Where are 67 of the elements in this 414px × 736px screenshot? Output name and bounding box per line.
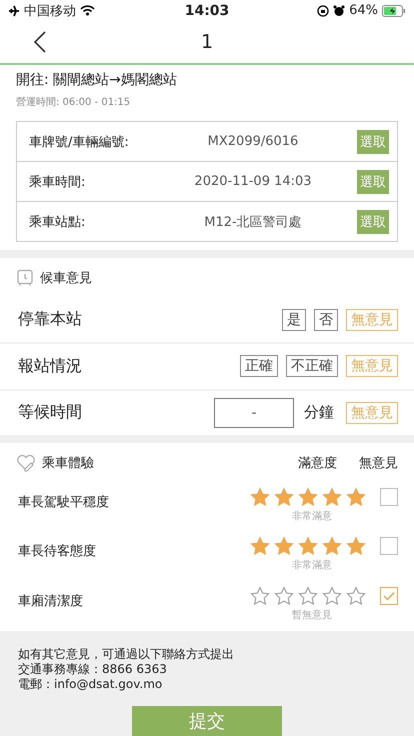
heart-pen-icon <box>16 454 36 472</box>
no-opinion-checkbox[interactable] <box>380 488 398 506</box>
no-opinion-checkbox[interactable] <box>380 537 398 556</box>
option-button[interactable]: 不正確 <box>286 355 338 378</box>
rating-caption: 暫無意見 <box>292 608 332 622</box>
clock-time: 14:03 <box>184 2 230 19</box>
field-label: 乘車站點: <box>29 214 86 231</box>
star-icon[interactable] <box>298 586 318 606</box>
rating-caption: 非常滿意 <box>292 510 332 523</box>
column-header: 滿意度 <box>298 454 337 472</box>
wifi-icon <box>80 5 95 16</box>
airplane-icon <box>8 4 20 17</box>
option-button[interactable]: 無意見 <box>346 355 398 378</box>
select-button[interactable]: 選取 <box>357 130 389 154</box>
option-button[interactable]: 是 <box>282 308 306 331</box>
option-button[interactable]: 正確 <box>240 355 278 378</box>
rating-label: 車長駕駛平穩度 <box>18 494 110 512</box>
service-hours: 營運時間: 06:00 - 01:15 <box>16 96 132 110</box>
rating-caption: 非常滿意 <box>292 558 332 572</box>
field-label: 乘車時間: <box>29 174 86 191</box>
route-direction: 開往: 關閘總站→媽閣總站 <box>16 71 178 90</box>
star-icon[interactable] <box>274 486 294 507</box>
battery-icon <box>382 4 406 17</box>
star-icon[interactable] <box>346 536 366 556</box>
star-icon[interactable] <box>322 586 342 606</box>
rating-label: 車廂清潔度 <box>18 592 84 611</box>
option-button[interactable]: 無意見 <box>346 402 398 424</box>
checkmark-icon <box>383 590 395 601</box>
star-icon[interactable] <box>250 536 270 556</box>
select-button[interactable]: 選取 <box>357 170 389 194</box>
field-value: M12-北區警司處 <box>203 214 303 231</box>
question-label: 報站情況 <box>18 356 83 377</box>
column-header: 無意見 <box>359 454 398 472</box>
unit-label: 分鐘 <box>304 403 334 422</box>
alarm-icon <box>333 4 346 17</box>
battery-percent: 64% <box>349 3 378 18</box>
section-title: 候車意見 <box>40 270 92 287</box>
star-icon[interactable] <box>274 536 294 556</box>
field-value: 2020-11-09 14:03 <box>193 174 313 190</box>
submit-button[interactable]: 提交 <box>132 706 282 736</box>
star-icon[interactable] <box>322 536 342 556</box>
page-title: 1 <box>200 31 214 54</box>
star-icon[interactable] <box>322 486 342 507</box>
star-icon[interactable] <box>298 536 318 556</box>
option-button[interactable]: 否 <box>314 308 338 331</box>
question-label: 停靠本站 <box>18 309 83 330</box>
select-button[interactable]: 選取 <box>357 210 389 234</box>
contact-text: 如有其它意見，可通過以下聯絡方式提出 <box>18 647 235 662</box>
carrier-name: 中国移动 <box>24 2 76 20</box>
star-icon[interactable] <box>250 486 270 507</box>
question-label: 等候時間 <box>18 402 83 424</box>
contact-text: 電郵：info@dsat.gov.mo <box>18 677 164 692</box>
star-icon[interactable] <box>346 486 366 507</box>
rating-label: 車長待客態度 <box>18 543 97 562</box>
field-value: MX2099/6016 <box>206 134 300 150</box>
contact-text: 交通事務專線：8866 6363 <box>18 662 168 678</box>
option-button[interactable]: 無意見 <box>346 308 398 331</box>
star-icon[interactable] <box>346 586 366 606</box>
star-icon[interactable] <box>274 586 294 606</box>
back-icon[interactable] <box>32 30 48 54</box>
no-opinion-checkbox[interactable] <box>380 586 398 605</box>
field-label: 車牌號/車輛編號: <box>29 134 130 151</box>
star-icon[interactable] <box>250 586 270 606</box>
rotation-lock-icon <box>317 4 330 17</box>
minutes-field[interactable]: - <box>214 398 294 428</box>
section-title: 乘車體驗 <box>42 454 94 472</box>
star-icon[interactable] <box>298 486 318 507</box>
